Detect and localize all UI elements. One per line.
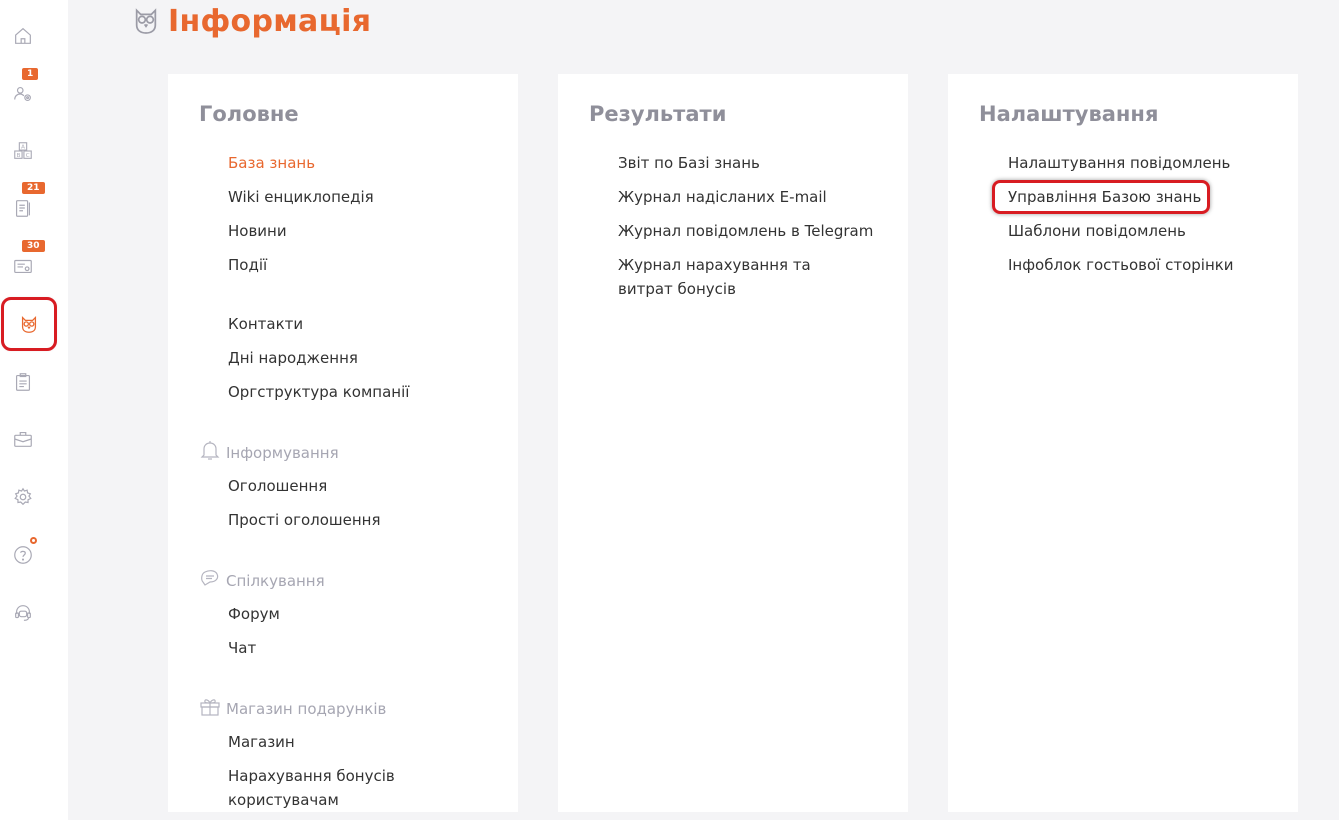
notebook-badge: 21 <box>22 182 45 194</box>
card-title: Результати <box>589 102 727 126</box>
sidebar-item-support[interactable] <box>0 593 46 633</box>
page-header: Інформація <box>130 0 371 42</box>
sidebar: 1 ABC 21 30 <box>0 0 68 820</box>
card-settings: Налаштування Налаштування повідомлень Уп… <box>948 74 1298 812</box>
link-guest-page-infoblock[interactable]: Інфоблок гостьової сторінки <box>1008 253 1268 277</box>
gift-icon <box>200 699 220 716</box>
link-shop[interactable]: Магазин <box>228 730 488 754</box>
link-email-log[interactable]: Журнал надісланих E-mail <box>618 185 878 209</box>
link-simple-announcements[interactable]: Прості оголошення <box>228 508 488 532</box>
link-bonus-accrual[interactable]: Нарахування бонусів користувачам <box>228 764 428 812</box>
svg-text:B: B <box>17 153 21 159</box>
sidebar-item-help[interactable] <box>0 535 46 575</box>
link-contacts[interactable]: Контакти <box>228 312 488 336</box>
bell-icon <box>200 441 220 460</box>
link-org-structure[interactable]: Оргструктура компанії <box>228 380 488 404</box>
section-communication: Спілкування <box>198 566 325 590</box>
link-kb-report[interactable]: Звіт по Базі знань <box>618 151 878 175</box>
card-title: Налаштування <box>979 102 1159 126</box>
sidebar-item-settings[interactable] <box>0 477 46 517</box>
link-announcements[interactable]: Оголошення <box>228 474 488 498</box>
link-birthdays[interactable]: Дні народження <box>228 346 488 370</box>
certificate-icon <box>14 259 32 274</box>
users-gear-icon <box>14 86 31 102</box>
section-informing: Інформування <box>198 438 339 462</box>
link-forum[interactable]: Форум <box>228 602 488 626</box>
gear-icon <box>14 487 32 506</box>
card-title: Головне <box>199 102 299 126</box>
link-kb-management[interactable]: Управління Базою знань <box>1008 185 1268 209</box>
sidebar-item-notebook[interactable]: 21 <box>0 182 46 228</box>
sidebar-item-information[interactable] <box>1 297 57 351</box>
card-results: Результати Звіт по Базі знань Журнал над… <box>558 74 908 812</box>
users-badge: 1 <box>22 68 39 80</box>
clipboard-icon <box>15 373 31 391</box>
notebook-icon <box>15 200 31 217</box>
sidebar-item-certificate[interactable]: 30 <box>0 240 46 286</box>
support-headset-icon <box>15 605 31 621</box>
home-icon <box>15 27 31 44</box>
owl-icon <box>21 316 37 333</box>
main-content: Інформація Головне База знань Wiki енцик… <box>68 0 1339 812</box>
link-news[interactable]: Новини <box>228 219 488 243</box>
certificate-badge: 30 <box>22 240 45 252</box>
link-chat[interactable]: Чат <box>228 636 488 660</box>
svg-text:A: A <box>21 145 25 151</box>
page-title: Інформація <box>168 3 372 39</box>
sidebar-item-users[interactable]: 1 <box>0 68 46 114</box>
section-gift-shop: Магазин подарунків <box>198 694 386 718</box>
link-telegram-log[interactable]: Журнал повідомлень в Telegram <box>618 219 878 243</box>
link-notification-settings[interactable]: Налаштування повідомлень <box>1008 151 1268 175</box>
sidebar-item-tasks[interactable] <box>0 362 46 402</box>
owl-icon <box>135 8 157 34</box>
sidebar-item-cases[interactable] <box>0 419 46 459</box>
card-main: Головне База знань Wiki енциклопедія Нов… <box>168 74 518 812</box>
link-message-templates[interactable]: Шаблони повідомлень <box>1008 219 1268 243</box>
chat-icon <box>201 570 219 586</box>
notification-dot <box>30 537 37 544</box>
section-label: Спілкування <box>226 572 325 590</box>
link-wiki[interactable]: Wiki енциклопедія <box>228 185 488 209</box>
svg-text:C: C <box>26 153 30 159</box>
section-label: Магазин подарунків <box>226 700 387 718</box>
briefcase-icon <box>14 431 32 447</box>
abc-blocks-icon: AB C <box>14 142 32 159</box>
link-events[interactable]: Події <box>228 253 488 277</box>
help-icon <box>14 546 32 564</box>
sidebar-item-home[interactable] <box>0 16 46 56</box>
link-knowledge-base[interactable]: База знань <box>228 151 488 175</box>
link-bonus-log[interactable]: Журнал нарахування та витрат бонусів <box>618 253 868 301</box>
sidebar-item-abc[interactable]: ABC <box>0 131 46 171</box>
section-label: Інформування <box>226 444 339 462</box>
